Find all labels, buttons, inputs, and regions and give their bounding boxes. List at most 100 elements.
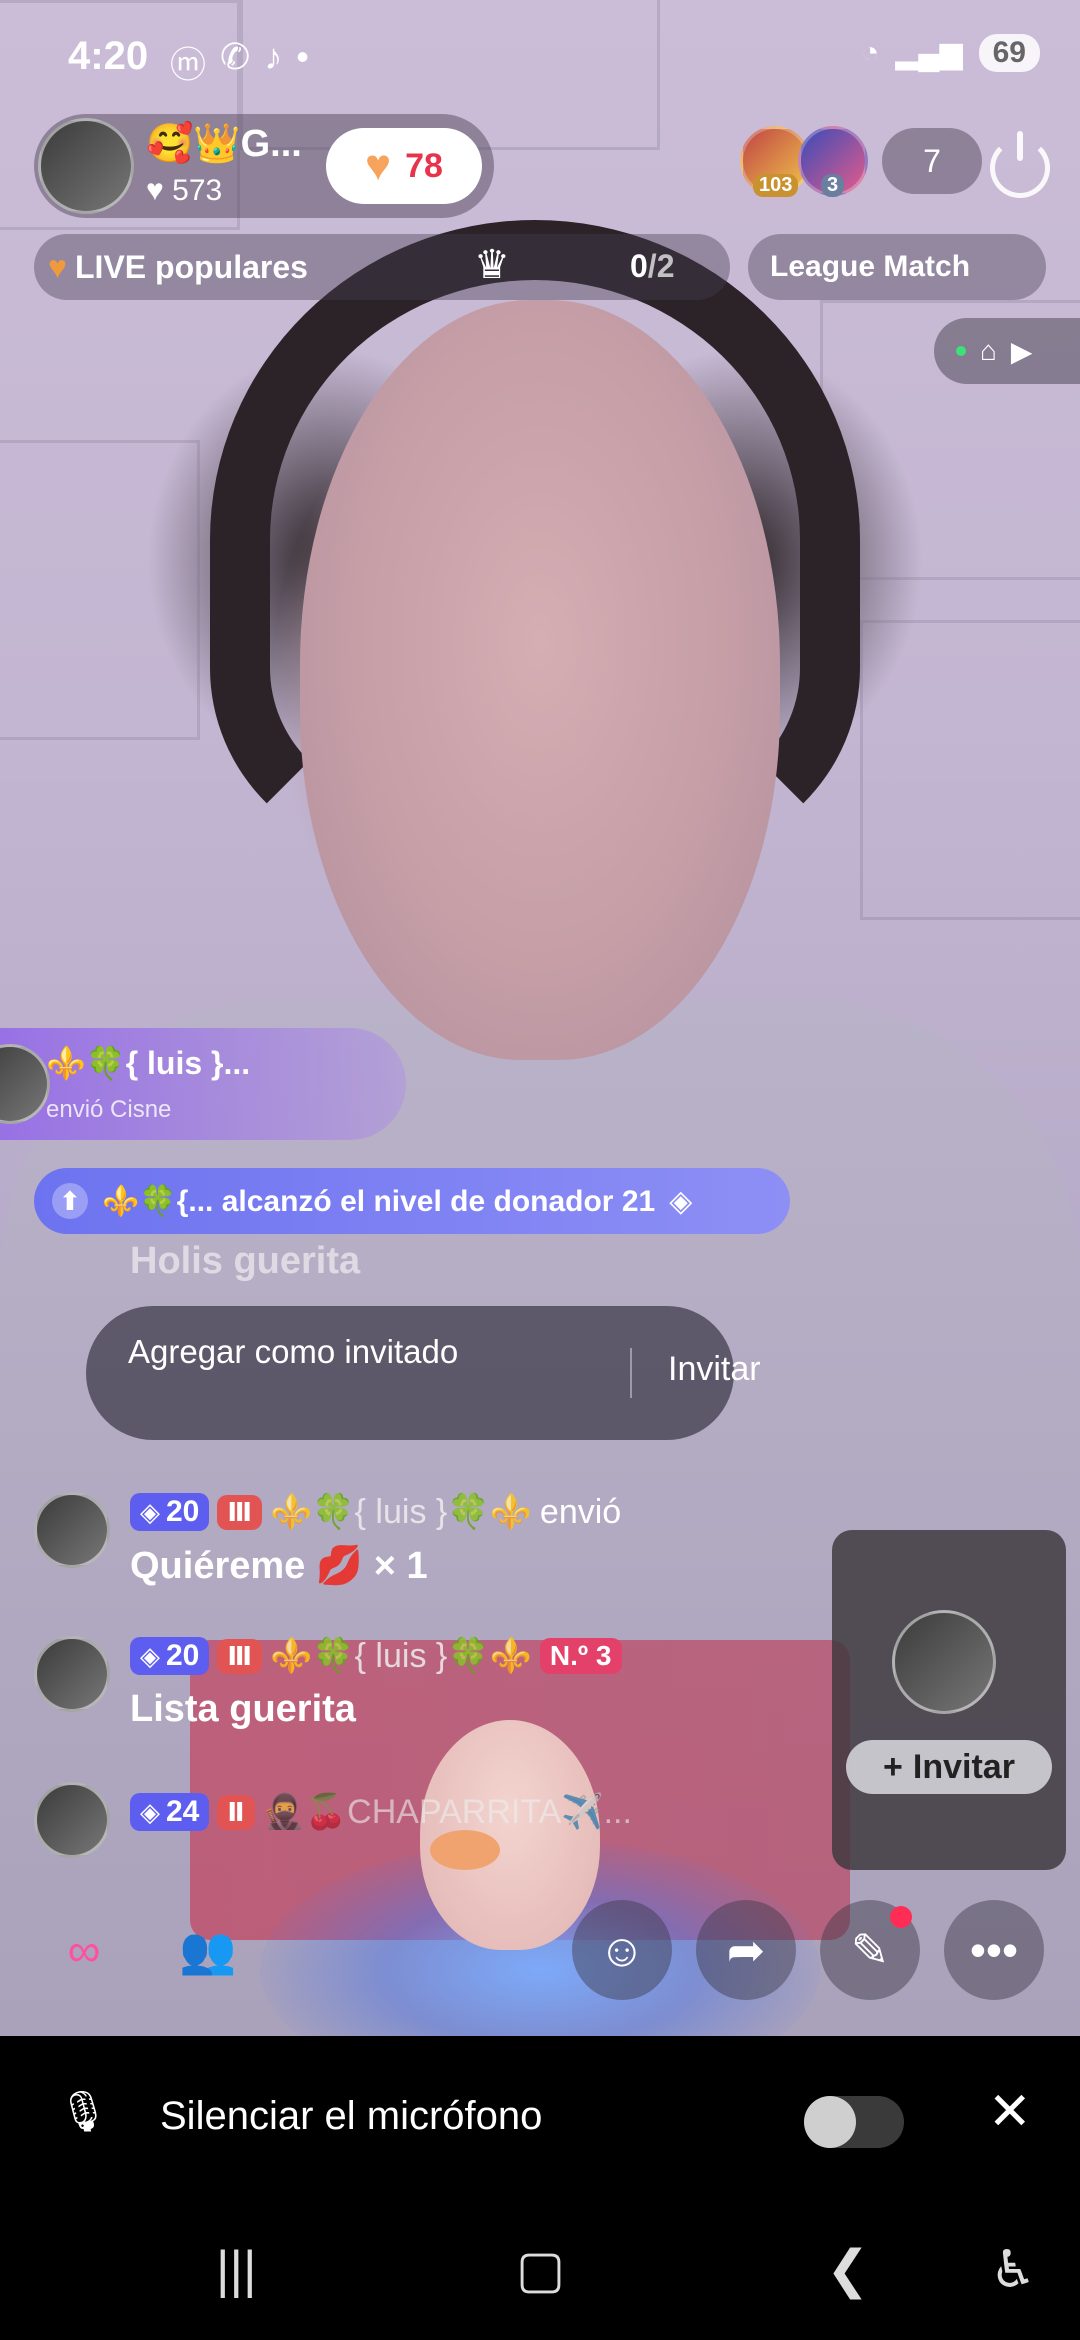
score-total: /2 — [647, 248, 675, 284]
comment-text: Quiéreme 💋 × 1 — [130, 1545, 428, 1587]
commenter-name[interactable]: ⚜️🍀{ luis }🍀⚜️ — [270, 1636, 532, 1676]
status-time: 4:20 — [68, 34, 149, 78]
diamond-icon: ◈ — [140, 1496, 160, 1527]
recents-icon[interactable]: ||| — [216, 2240, 257, 2300]
viewer-list[interactable]: 103 3 7 — [740, 126, 982, 197]
donor-level-banner: ⬆ ⚜️🍀{... alcanzó el nivel de donador 21… — [34, 1168, 790, 1234]
heart-icon: ♥ — [365, 141, 392, 190]
mute-microphone-label: Silenciar el micrófono — [160, 2094, 543, 2138]
gift-notification: ⚜️🍀{ luis }... envió Cisne — [0, 1028, 406, 1140]
commenter-avatar[interactable] — [34, 1492, 110, 1568]
link-icon[interactable]: ∞ — [34, 1900, 134, 2000]
heart-icon: ♥ — [146, 174, 164, 207]
plus-icon: + — [883, 1747, 903, 1786]
messenger-icon: ⓜ — [170, 44, 207, 85]
share-icon[interactable]: ➦ — [696, 1900, 796, 2000]
commenter-name[interactable]: ⚜️🍀{ luis }🍀⚜️ — [270, 1492, 532, 1532]
popular-score: 0/2 — [630, 248, 674, 285]
viewer-count[interactable]: 7 — [882, 128, 982, 194]
arrow-up-icon: ⬆ — [52, 1183, 88, 1219]
status-right: ◔ ▂▄▆ 69 — [861, 34, 1040, 72]
comment-text: Lista guerita — [130, 1688, 356, 1730]
host-likes: ♥ 573 — [146, 174, 222, 208]
mini-control-bar[interactable]: ⌂ ▶ — [934, 318, 1080, 384]
notification-dot — [890, 1906, 912, 1928]
gift-text: envió Cisne — [46, 1096, 172, 1123]
comment-meta: ◈ 20 Ⅲ ⚜️🍀{ luis }🍀⚜️ N.º 3 — [130, 1636, 622, 1676]
level-value: 20 — [166, 1495, 200, 1528]
face — [300, 300, 780, 1060]
effects-icon[interactable]: ☺ — [572, 1900, 672, 2000]
comment-action: envió — [539, 1492, 622, 1531]
level-banner-text: ⚜️🍀{... alcanzó el nivel de donador 21 — [102, 1184, 656, 1218]
league-match-button[interactable]: League Match — [748, 234, 1046, 300]
gift-sender-name: ⚜️🍀{ luis }... — [46, 1045, 251, 1081]
mute-microphone-toggle[interactable] — [804, 2096, 904, 2148]
commenter-avatar[interactable] — [34, 1636, 110, 1712]
power-icon[interactable] — [990, 131, 1050, 198]
mute-microphone-bar: 🎙 Silenciar el micrófono ✕ — [0, 2036, 1080, 2204]
host-likes-count: 573 — [172, 174, 223, 207]
host-name: 🥰👑G... — [146, 123, 302, 165]
magic-wand-icon[interactable]: ✎ — [820, 1900, 920, 2000]
status-app-icons: ⓜ ✆ ♪ • — [170, 36, 309, 88]
level-badge: ◈ 20 — [130, 1637, 210, 1675]
wall-brick — [860, 620, 1080, 920]
tiktok-icon: ♪ — [264, 36, 283, 77]
back-icon[interactable]: ❮ — [826, 2240, 870, 2300]
notification-dot-icon: • — [296, 36, 309, 77]
score-current: 0 — [630, 248, 648, 284]
guest-avatar[interactable] — [892, 1610, 996, 1714]
level-value: 24 — [166, 1795, 200, 1828]
play-icon[interactable]: ▶ — [1011, 335, 1033, 368]
level-value: 20 — [166, 1639, 200, 1672]
battery-indicator: 69 — [978, 34, 1040, 72]
viewer-badge: 3 — [821, 174, 845, 197]
home-icon[interactable]: ⌂ — [980, 335, 997, 367]
comment-meta: ◈ 20 Ⅲ ⚜️🍀{ luis }🍀⚜️ envió — [130, 1492, 621, 1532]
invite-button[interactable]: Invitar — [668, 1350, 761, 1389]
level-badge: ◈ 20 — [130, 1493, 210, 1531]
viewer-avatar[interactable]: 3 — [798, 126, 868, 197]
level-badge: ◈ 24 — [130, 1793, 210, 1831]
rank-badge: N.º 3 — [539, 1638, 622, 1674]
commenter-name[interactable]: 🥷🍒CHAPARRITA✈️... — [263, 1792, 632, 1832]
mic-off-icon: 🎙 — [58, 2090, 109, 2134]
system-nav-bar: ||| ▢ ❮ ♿ — [0, 2204, 1080, 2340]
comment-item: ◈ 20 Ⅲ ⚜️🍀{ luis }🍀⚜️ envió Quiéreme 💋 × … — [34, 1492, 794, 1602]
divider — [630, 1348, 632, 1398]
diamond-icon: ◈ — [140, 1796, 160, 1827]
guest-invite-button[interactable]: + Invitar — [846, 1740, 1052, 1794]
broken-heart-icon: ♥ — [48, 248, 67, 285]
accessibility-icon[interactable]: ♿ — [990, 2240, 1037, 2300]
wifi-icon: ◔ — [861, 36, 880, 69]
faded-comment: Holis guerita — [130, 1240, 361, 1282]
diamond-icon: ◈ — [140, 1640, 160, 1671]
diamond-icon: ◈ — [669, 1184, 693, 1218]
like-button[interactable]: ♥ 78 — [326, 128, 482, 204]
comment-meta: ◈ 24 Ⅱ 🥷🍒CHAPARRITA✈️... — [130, 1792, 632, 1832]
guest-invite-label: Invitar — [912, 1747, 1015, 1786]
status-bar: 4:20 ⓜ ✆ ♪ • ◔ ▂▄▆ 69 — [0, 0, 1080, 110]
gift-sender-avatar — [0, 1044, 50, 1124]
comment-item: ◈ 24 Ⅱ 🥷🍒CHAPARRITA✈️... — [34, 1782, 794, 1862]
like-count: 78 — [405, 146, 443, 185]
guest-invite-card: + Invitar — [832, 1530, 1066, 1870]
close-icon[interactable]: ✕ — [988, 2082, 1032, 2142]
fan-badge: Ⅲ — [217, 1638, 262, 1674]
viewer-badge: 103 — [753, 174, 799, 197]
fan-badge: Ⅱ — [217, 1794, 255, 1830]
whatsapp-icon: ✆ — [220, 36, 251, 77]
crown-icon: ♛ — [474, 243, 510, 287]
guests-icon[interactable]: 👥 — [158, 1900, 258, 2000]
live-popular-label: LIVE populares — [75, 248, 308, 285]
add-guest-prompt: Agregar como invitado Invitar — [86, 1306, 761, 1440]
more-icon[interactable]: ••• — [944, 1900, 1044, 2000]
commenter-avatar[interactable] — [34, 1782, 110, 1858]
host-avatar[interactable] — [38, 118, 134, 214]
live-popular-ranking[interactable]: ♥ LIVE populares ♛ 0/2 — [34, 234, 730, 300]
home-nav-icon[interactable]: ▢ — [516, 2240, 565, 2300]
add-guest-label: Agregar como invitado — [128, 1333, 459, 1370]
fan-badge: Ⅲ — [217, 1494, 262, 1530]
comment-item: ◈ 20 Ⅲ ⚜️🍀{ luis }🍀⚜️ N.º 3 Lista guerita — [34, 1636, 794, 1746]
